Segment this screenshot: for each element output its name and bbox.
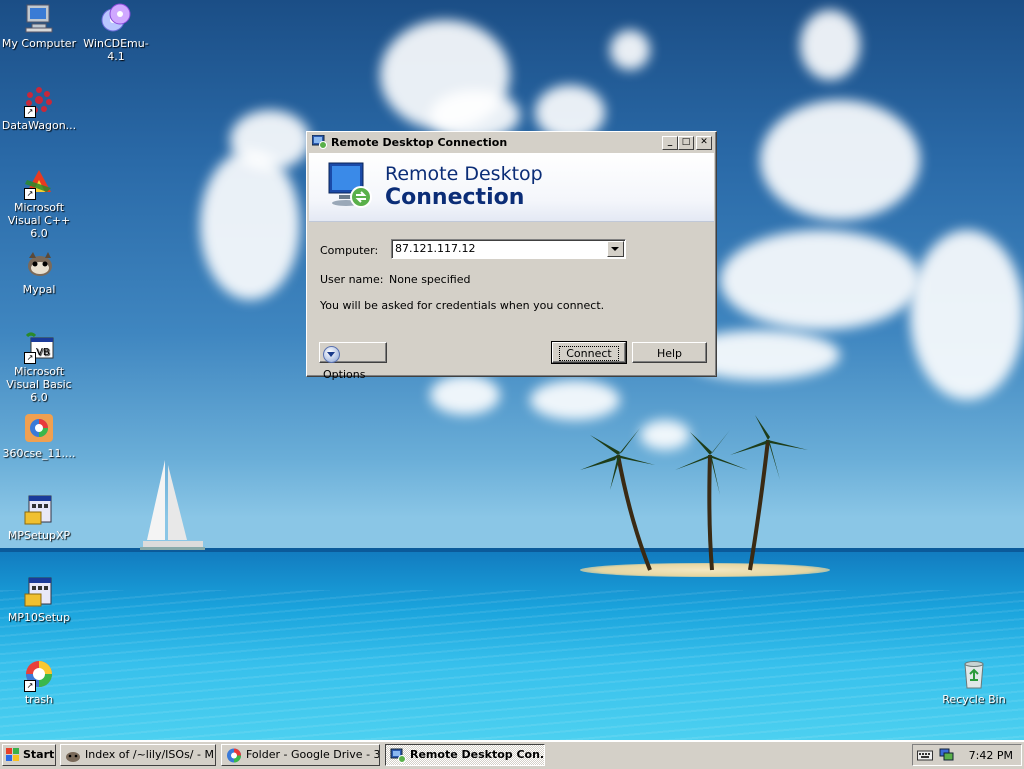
mypal-browser-icon [66,752,80,762]
windows-logo-icon [6,748,19,761]
cd-emulator-icon [101,3,131,32]
sailboat [140,460,205,550]
shortcut-arrow-icon: ↗ [24,188,36,200]
connect-button[interactable]: Connect [551,341,627,364]
remote-desktop-logo-icon [328,162,372,208]
desktop-icon-wincdemu[interactable]: WinCDEmu-4.1 [77,2,155,63]
banner-title-line1: Remote Desktop [385,163,543,185]
options-label: Options [323,368,366,381]
taskbar-item-google-drive[interactable]: Folder - Google Drive - 3... [221,744,380,766]
desktop-icon-label: Recycle Bin [942,693,1006,706]
desktop-icon-label: Microsoft Visual Basic 6.0 [6,365,72,404]
clock[interactable]: 7:42 PM [969,749,1013,762]
taskbar: Start Index of /~lily/ISOs/ - M... Folde… [0,740,1024,769]
desktop-icon-label: Microsoft Visual C++ 6.0 [7,201,71,240]
help-button[interactable]: Help [632,342,707,363]
start-label: Start [23,748,55,761]
svg-text:VB: VB [36,347,50,358]
username-value: None specified [389,273,471,286]
taskbar-item-label: Index of /~lily/ISOs/ - M... [85,748,216,761]
chevron-down-icon [323,345,340,363]
my-computer-icon [25,4,53,33]
taskbar-item-mypal[interactable]: Index of /~lily/ISOs/ - M... [60,744,216,766]
taskbar-item-label: Folder - Google Drive - 3... [246,748,380,761]
start-button[interactable]: Start [2,744,56,766]
username-label: User name: [320,273,384,286]
title-bar[interactable]: Remote Desktop Connection _ □ ✕ [309,134,714,152]
desktop-icon-label: WinCDEmu-4.1 [83,37,149,63]
taskbar-item-label: Remote Desktop Con... [410,748,545,761]
mypal-browser-icon [28,252,52,276]
computer-label: Computer: [320,244,379,257]
window-title: Remote Desktop Connection [331,136,508,149]
shortcut-arrow-icon: ↗ [24,106,36,118]
close-button[interactable]: ✕ [696,136,712,150]
dropdown-arrow-icon[interactable] [607,241,624,257]
desktop-icon-visual-cpp[interactable]: ↗ Microsoft Visual C++ 6.0 [0,166,78,240]
desktop-icon-label: My Computer [1,37,77,50]
system-tray: 7:42 PM [912,744,1022,766]
installer-icon [24,577,52,607]
credentials-info: You will be asked for credentials when y… [320,299,605,312]
shortcut-arrow-icon: ↗ [24,352,36,364]
desktop-icon-label: trash [24,693,54,706]
desktop-icon-label: DataWagon... [1,119,77,132]
computer-value[interactable]: 87.121.117.12 [395,242,475,255]
desktop-icon-label: Mypal [22,283,56,296]
keyboard-icon[interactable] [917,749,933,761]
network-icon[interactable] [939,748,955,762]
desktop-icon-label: 360cse_11.... [2,447,76,460]
help-label: Help [656,347,683,360]
desktop-icon-label: MPSetupXP [7,529,71,542]
remote-desktop-icon [390,748,406,763]
remote-desktop-window[interactable]: Remote Desktop Connection _ □ ✕ Remote D… [306,131,717,381]
shortcut-arrow-icon: ↗ [24,680,36,692]
remote-desktop-icon [312,135,327,149]
desktop-icon-my-computer[interactable]: My Computer [0,2,78,50]
desktop-icon-visual-basic[interactable]: VB ↗ Microsoft Visual Basic 6.0 [0,330,78,404]
desktop-icon-360cse[interactable]: 360cse_11.... [0,412,78,460]
banner-title-line2: Connection [385,185,525,210]
installer-icon [24,495,52,525]
maximize-button[interactable]: □ [678,136,694,150]
360-browser-icon [25,414,53,442]
computer-combobox[interactable]: 87.121.117.12 [391,239,626,259]
desktop-icon-recycle-bin[interactable]: Recycle Bin [935,658,1013,706]
banner: Remote Desktop Connection [309,153,714,222]
taskbar-item-remote-desktop[interactable]: Remote Desktop Con... [385,744,545,766]
360-browser-icon [227,748,241,763]
palm-trees [580,415,808,571]
desktop-icon-datawagon[interactable]: ↗ DataWagon... [0,84,78,132]
desktop-icon-trash[interactable]: ↗ trash [0,658,78,706]
desktop-icon-label: MP10Setup [7,611,71,624]
minimize-button[interactable]: _ [662,136,678,150]
desktop-icon-mypal[interactable]: Mypal [0,248,78,296]
connect-label: Connect [559,346,619,361]
recycle-bin-icon [964,661,984,689]
options-button[interactable]: Options [319,342,387,381]
desktop-icon-mpsetupxp[interactable]: MPSetupXP [0,494,78,542]
desktop-icon-mp10setup[interactable]: MP10Setup [0,576,78,624]
